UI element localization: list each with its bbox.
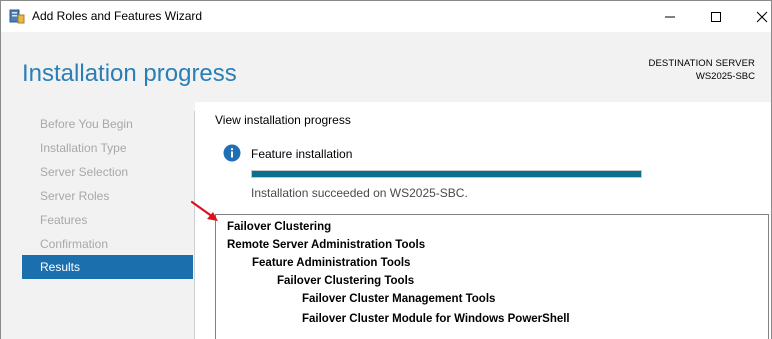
result-item-failover-clustering-tools: Failover Clustering Tools xyxy=(277,275,415,287)
installation-progress-bar xyxy=(251,170,642,178)
result-item-rsat: Remote Server Administration Tools xyxy=(227,239,426,251)
wizard-nav: Before You Begin Installation Type Serve… xyxy=(1,102,201,339)
wizard-window: Add Roles and Features Wizard Installati… xyxy=(0,0,772,339)
page-title: Installation progress xyxy=(22,60,237,87)
view-progress-label: View installation progress xyxy=(215,113,351,127)
result-item-cluster-powershell-module: Failover Cluster Module for Windows Powe… xyxy=(302,313,570,325)
results-list[interactable]: Failover Clustering Remote Server Admini… xyxy=(215,214,769,339)
destination-server-name: WS2025-SBC xyxy=(695,71,755,82)
nav-item-server-selection[interactable]: Server Selection xyxy=(22,160,193,184)
window-title: Add Roles and Features Wizard xyxy=(32,9,203,23)
result-item-cluster-management-tools: Failover Cluster Management Tools xyxy=(302,293,496,305)
nav-item-installation-type[interactable]: Installation Type xyxy=(22,136,193,160)
maximize-button[interactable] xyxy=(693,1,739,32)
minimize-button[interactable] xyxy=(647,1,693,32)
result-item-failover-clustering: Failover Clustering xyxy=(227,221,332,233)
main-content: View installation progress Feature insta… xyxy=(195,102,771,339)
server-manager-icon xyxy=(9,9,25,24)
close-button[interactable] xyxy=(739,1,771,32)
nav-item-server-roles[interactable]: Server Roles xyxy=(22,184,193,208)
feature-installation-label: Feature installation xyxy=(251,147,353,161)
close-icon xyxy=(756,11,768,23)
info-icon xyxy=(223,144,241,162)
nav-item-confirmation[interactable]: Confirmation xyxy=(22,232,193,256)
title-bar: Add Roles and Features Wizard xyxy=(1,1,771,32)
result-item-feature-admin-tools: Feature Administration Tools xyxy=(252,257,411,269)
nav-item-features[interactable]: Features xyxy=(22,208,193,232)
nav-item-results[interactable]: Results xyxy=(22,255,193,279)
nav-item-before-you-begin[interactable]: Before You Begin xyxy=(22,112,193,136)
minimize-icon xyxy=(665,16,675,18)
destination-server-label: DESTINATION SERVER xyxy=(648,58,755,69)
red-arrow-icon xyxy=(189,199,221,225)
progress-fill xyxy=(252,171,641,177)
installation-status-text: Installation succeeded on WS2025-SBC. xyxy=(251,186,468,200)
wizard-header: Installation progress DESTINATION SERVER… xyxy=(1,32,771,102)
maximize-icon xyxy=(711,12,721,22)
